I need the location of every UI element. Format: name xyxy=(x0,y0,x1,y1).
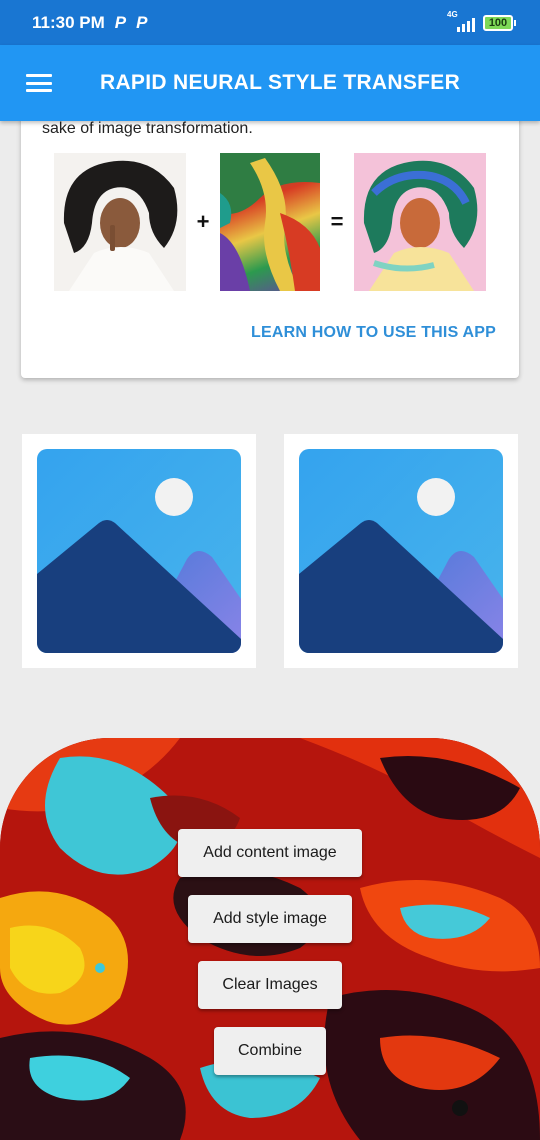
signal-icon: 4G xyxy=(447,10,475,32)
status-bar: 11:30 PM P P 4G 100 xyxy=(0,0,540,45)
image-placeholder-icon xyxy=(299,449,503,653)
plus-operator: + xyxy=(196,209,210,234)
example-row: + = xyxy=(54,153,486,291)
card-description: sake of image transformation. xyxy=(42,120,253,137)
notification-p-icon: P xyxy=(114,12,127,32)
status-left: 11:30 PM P P xyxy=(32,13,147,33)
app-title: RAPID NEURAL STYLE TRANSFER xyxy=(100,71,461,94)
notification-p-icon: P xyxy=(136,12,148,32)
battery-level: 100 xyxy=(483,14,513,31)
combine-button[interactable]: Combine xyxy=(214,1027,326,1075)
status-time: 11:30 PM xyxy=(32,12,105,32)
status-right: 4G 100 xyxy=(447,10,516,32)
battery-icon: 100 xyxy=(483,14,516,31)
bottom-action-panel: Add content image Add style image Clear … xyxy=(0,738,540,1140)
equals-operator: = xyxy=(330,209,344,234)
learn-how-link[interactable]: LEARN HOW TO USE THIS APP xyxy=(251,324,496,342)
style-image-picker[interactable] xyxy=(284,434,518,668)
hamburger-menu-icon[interactable] xyxy=(26,74,52,92)
image-placeholder-icon xyxy=(37,449,241,653)
example-style-image xyxy=(220,153,320,291)
signal-bars xyxy=(457,17,475,32)
example-result-image xyxy=(354,153,486,291)
clear-images-button[interactable]: Clear Images xyxy=(198,961,342,1009)
app-bar: RAPID NEURAL STYLE TRANSFER xyxy=(0,45,540,121)
add-content-image-button[interactable]: Add content image xyxy=(178,829,362,877)
content-image-picker[interactable] xyxy=(22,434,256,668)
info-card: sake of image transformation. + = LEARN … xyxy=(21,100,519,378)
add-style-image-button[interactable]: Add style image xyxy=(188,895,352,943)
example-content-image xyxy=(54,153,186,291)
